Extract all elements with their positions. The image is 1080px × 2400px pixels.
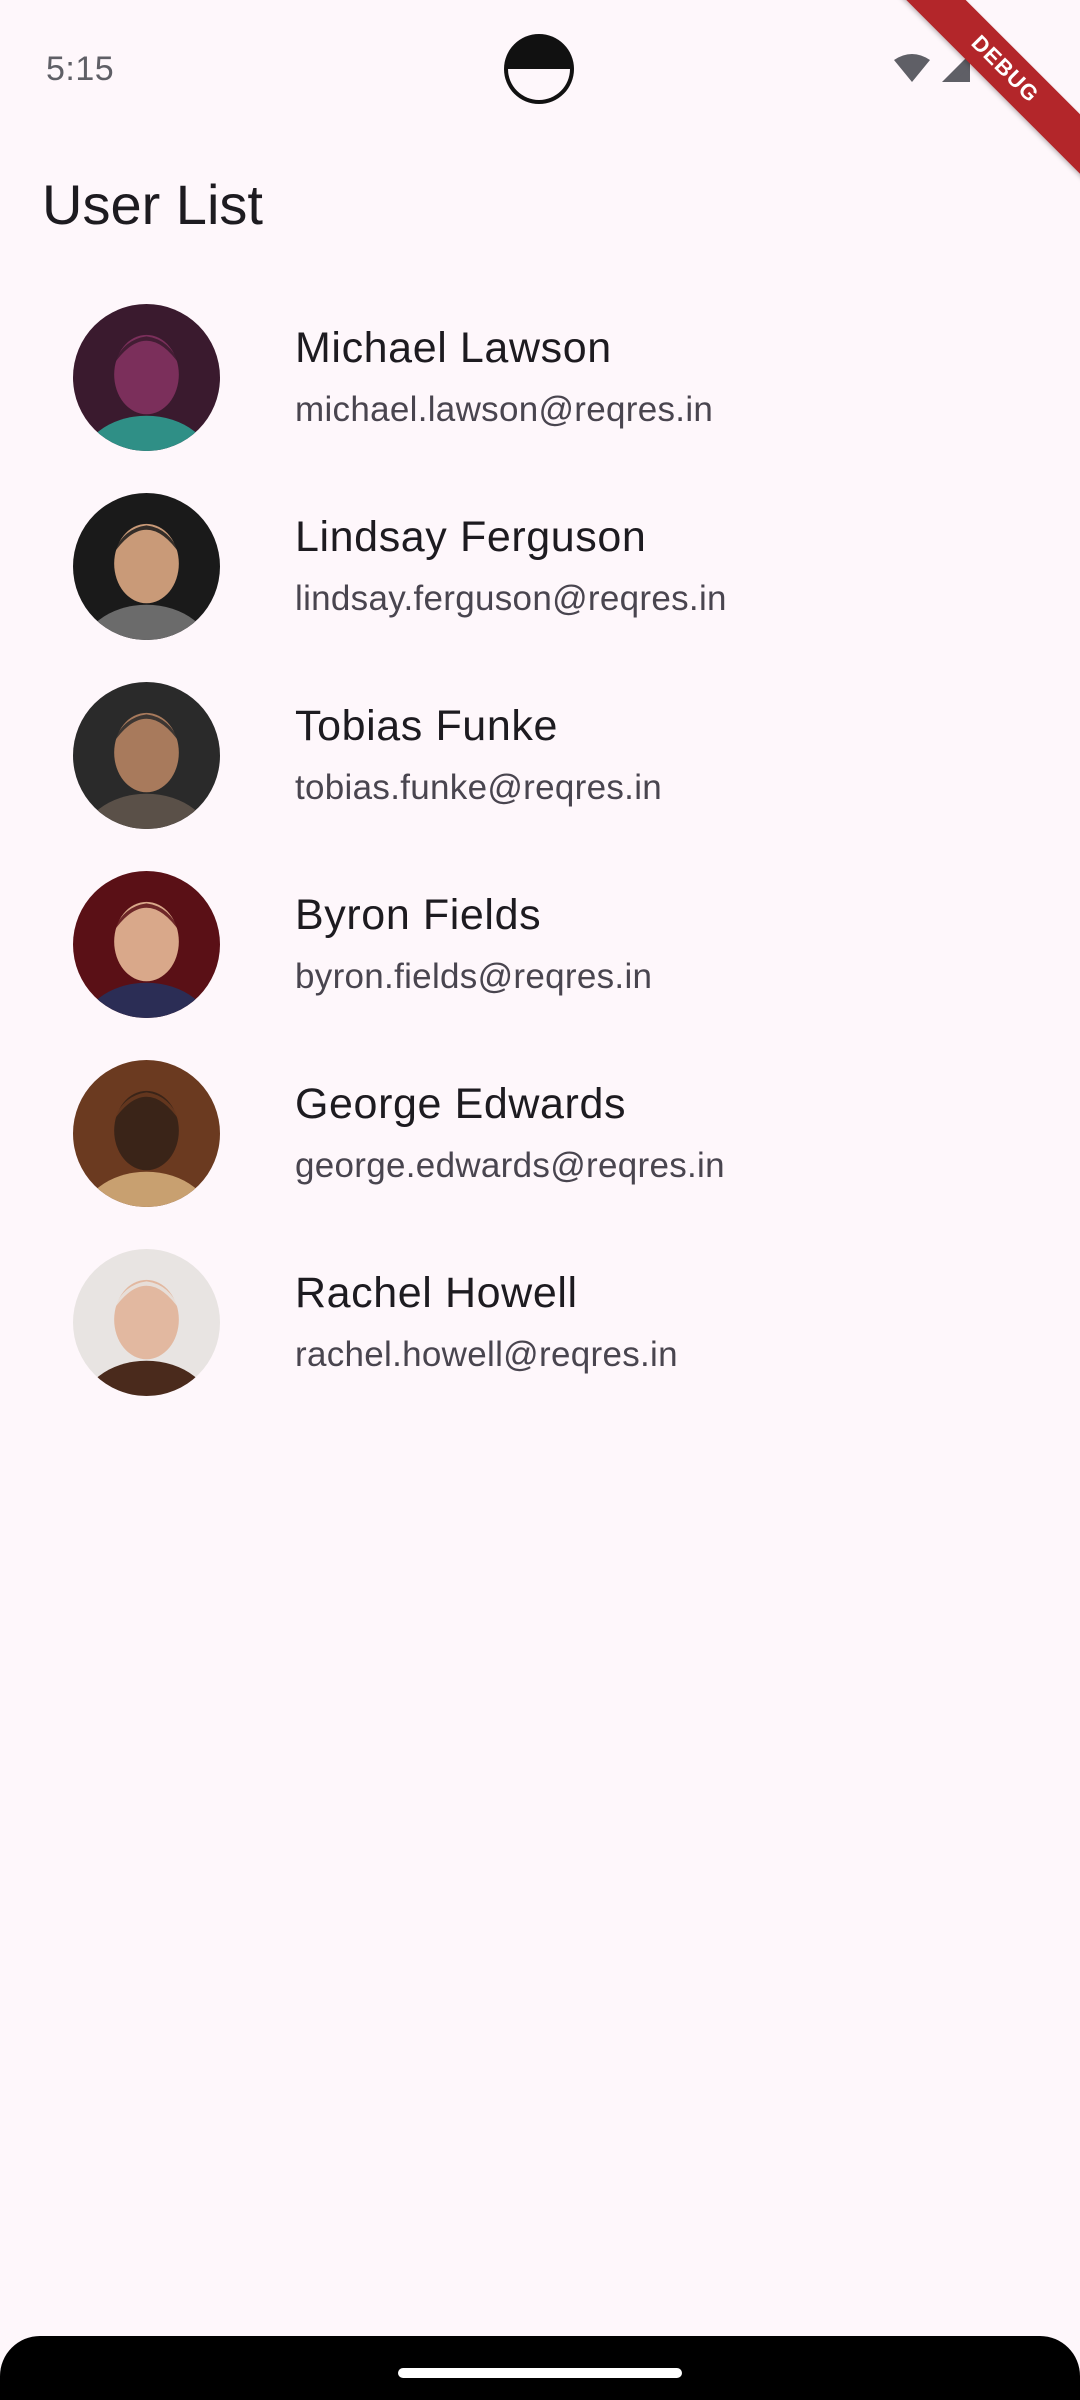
user-list: Michael Lawson michael.lawson@reqres.in Li…	[0, 284, 1080, 1418]
user-email: byron.fields@reqres.in	[295, 957, 653, 996]
user-name: Tobias Funke	[295, 702, 558, 750]
avatar	[73, 1060, 220, 1207]
avatar	[73, 871, 220, 1018]
list-item[interactable]: Michael Lawson michael.lawson@reqres.in	[0, 284, 1080, 473]
user-email: rachel.howell@reqres.in	[295, 1335, 678, 1374]
status-time: 5:15	[46, 50, 115, 88]
user-email: lindsay.ferguson@reqres.in	[295, 579, 727, 618]
user-name: George Edwards	[295, 1080, 627, 1128]
user-email: tobias.funke@reqres.in	[295, 768, 663, 807]
wifi-icon	[892, 52, 932, 84]
user-email: michael.lawson@reqres.in	[295, 390, 714, 429]
user-name: Lindsay Ferguson	[295, 513, 647, 561]
page-title: User List	[42, 173, 263, 236]
list-item[interactable]: Lindsay Ferguson lindsay.ferguson@reqres.…	[0, 473, 1080, 662]
user-name: Byron Fields	[295, 891, 542, 939]
status-icons	[892, 52, 972, 84]
avatar	[73, 304, 220, 451]
avatar	[73, 1249, 220, 1396]
system-nav-bar	[0, 2336, 1080, 2400]
home-handle[interactable]	[398, 2368, 682, 2378]
list-item[interactable]: Byron Fields byron.fields@reqres.in	[0, 851, 1080, 1040]
avatar	[73, 682, 220, 829]
list-item[interactable]: George Edwards george.edwards@reqres.in	[0, 1040, 1080, 1229]
avatar	[73, 493, 220, 640]
user-name: Michael Lawson	[295, 324, 612, 372]
list-item[interactable]: Rachel Howell rachel.howell@reqres.in	[0, 1229, 1080, 1418]
app-screen: 5:15 DEBUG User List Michael Lawson micha…	[0, 0, 1080, 2400]
camera-cutout	[504, 34, 574, 104]
status-bar: 5:15	[0, 0, 1080, 140]
user-email: george.edwards@reqres.in	[295, 1146, 725, 1185]
user-name: Rachel Howell	[295, 1269, 578, 1317]
list-item[interactable]: Tobias Funke tobias.funke@reqres.in	[0, 662, 1080, 851]
